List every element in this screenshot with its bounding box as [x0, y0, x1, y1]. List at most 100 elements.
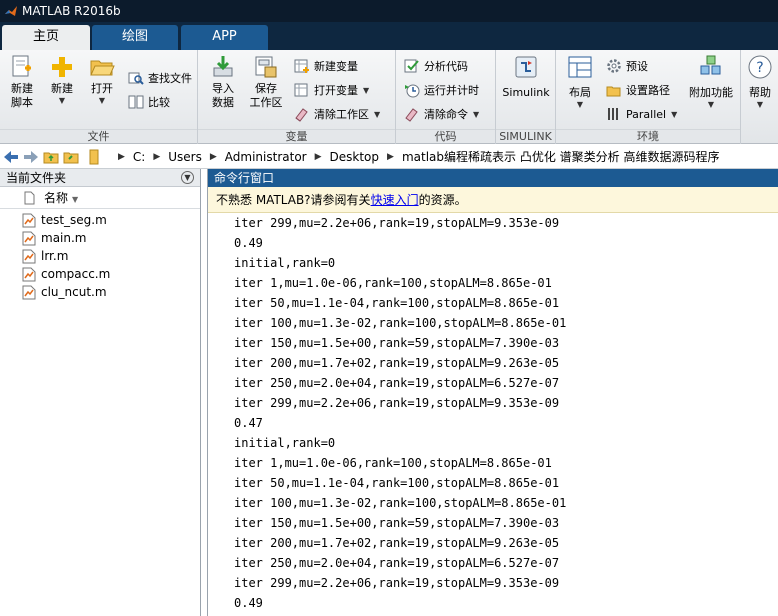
output-line: iter 299,mu=2.2e+06,rank=19,stopALM=9.35…: [234, 216, 560, 230]
new-variable-label: 新建变量: [314, 60, 358, 73]
analyze-code-label: 分析代码: [424, 60, 468, 73]
import-data-icon: [213, 56, 233, 77]
clear-commands-label: 清除命令: [424, 108, 468, 121]
list-item[interactable]: clu_ncut.m: [0, 283, 200, 301]
folder-open-icon: [90, 60, 115, 76]
breadcrumb-separator-icon: ▶: [153, 151, 161, 162]
output-line: iter 100,mu=1.3e-02,rank=100,stopALM=8.8…: [234, 316, 567, 330]
file-name: test_seg.m: [41, 213, 107, 227]
parallel-icon: [608, 108, 618, 120]
file-type-icon: [24, 191, 35, 205]
tab-plots[interactable]: 绘图: [92, 25, 178, 50]
file-list: test_seg.m main.m lrr.m compacc.m clu_nc…: [0, 209, 200, 301]
import-data-button[interactable]: 导入 数据: [204, 54, 242, 110]
group-environment-label: 环境: [556, 129, 740, 143]
m-file-icon: [22, 231, 36, 245]
group-variable-label: 变量: [198, 129, 395, 143]
open-variable-button[interactable]: 打开变量 ▼: [294, 80, 369, 100]
open-button[interactable]: 打开 ▼: [84, 54, 120, 106]
compare-icon: [128, 95, 144, 109]
new-button[interactable]: 新建 ▼: [44, 54, 80, 106]
file-name: compacc.m: [41, 267, 111, 281]
column-name-label: 名称: [44, 191, 69, 205]
m-file-icon: [22, 267, 36, 281]
output-line: iter 250,mu=2.0e+04,rank=19,stopALM=6.52…: [234, 556, 560, 570]
analyze-code-button[interactable]: 分析代码: [404, 56, 468, 76]
add-ons-label: 附加功能: [689, 86, 733, 99]
list-item[interactable]: lrr.m: [0, 247, 200, 265]
breadcrumb-separator-icon: ▶: [387, 151, 394, 162]
window-title: MATLAB R2016b: [22, 4, 121, 18]
find-files-button[interactable]: 查找文件: [128, 68, 192, 88]
import-label-2: 数据: [212, 96, 234, 109]
compare-button[interactable]: 比较: [128, 92, 170, 112]
tab-apps[interactable]: APP: [181, 25, 268, 50]
output-line: 0.47: [234, 416, 263, 430]
open-variable-icon: [294, 83, 308, 97]
clear-commands-icon: [405, 108, 418, 122]
preferences-button[interactable]: 预设: [606, 56, 648, 76]
breadcrumb-item[interactable]: Administrator: [225, 150, 307, 164]
help-icon: ?: [748, 55, 772, 79]
simulink-icon: [515, 56, 537, 78]
new-variable-button[interactable]: 新建变量: [294, 56, 358, 76]
group-code: 分析代码 运行并计时 清除命令 ▼ 代码: [396, 50, 496, 144]
parallel-label: Parallel: [626, 107, 667, 121]
back-arrow-icon[interactable]: [2, 148, 20, 166]
clear-commands-dropdown-icon: ▼: [473, 109, 480, 119]
current-folder-title: 当前文件夹 ▼: [0, 169, 200, 187]
clear-commands-button[interactable]: 清除命令 ▼: [404, 104, 479, 124]
open-variable-label: 打开变量: [314, 84, 358, 97]
m-file-icon: [22, 213, 36, 227]
layout-button[interactable]: 布局 ▼: [562, 54, 598, 110]
up-folder-icon[interactable]: [42, 148, 60, 166]
import-label-1: 导入: [212, 82, 234, 95]
simulink-button[interactable]: Simulink: [500, 54, 552, 100]
tab-home[interactable]: 主页: [2, 25, 90, 50]
add-ons-button[interactable]: 附加功能 ▼: [686, 54, 736, 110]
breadcrumb-separator-icon: ▶: [314, 151, 322, 162]
root-folder-icon: [86, 148, 104, 166]
new-variable-icon: [294, 59, 309, 73]
group-resources: ? 帮助 ▼: [741, 50, 778, 144]
list-item[interactable]: compacc.m: [0, 265, 200, 283]
browse-folder-icon[interactable]: [62, 148, 80, 166]
column-header-name[interactable]: 名称 ▼: [0, 187, 200, 209]
group-environment: 布局 ▼ 预设 设置路径 Parallel ▼ 附加功能 ▼ 环境: [556, 50, 741, 144]
command-window-title: 命令行窗口: [208, 169, 778, 187]
help-button[interactable]: ? 帮助 ▼: [745, 54, 775, 110]
clear-workspace-button[interactable]: 清除工作区 ▼: [294, 104, 380, 124]
new-script-label-2: 脚本: [11, 96, 33, 109]
find-files-label: 查找文件: [148, 72, 192, 85]
breadcrumb-item[interactable]: Users: [168, 150, 202, 164]
breadcrumb-separator-icon: ▶: [118, 151, 125, 162]
parallel-button[interactable]: Parallel ▼: [606, 104, 677, 124]
notice-suffix: 的资源。: [418, 193, 467, 207]
save-workspace-button[interactable]: 保存 工作区: [246, 54, 286, 110]
output-line: iter 1,mu=1.0e-06,rank=100,stopALM=8.865…: [234, 456, 552, 470]
getting-started-link[interactable]: 快速入门: [371, 193, 419, 207]
command-output[interactable]: iter 299,mu=2.2e+06,rank=19,stopALM=9.35…: [208, 213, 778, 616]
forward-arrow-icon[interactable]: [22, 148, 40, 166]
breadcrumb-item[interactable]: matlab编程稀疏表示 凸优化 谱聚类分析 高维数据源码程序: [402, 148, 720, 165]
set-path-icon: [606, 86, 621, 97]
group-code-label: 代码: [396, 129, 495, 143]
list-item[interactable]: test_seg.m: [0, 211, 200, 229]
command-window[interactable]: 命令行窗口 不熟悉 MATLAB?请参阅有关快速入门的资源。 iter 299,…: [207, 169, 778, 616]
find-files-icon: [128, 72, 144, 85]
ribbon-tabs: 主页 绘图 APP: [0, 22, 778, 50]
new-script-button[interactable]: 新建 脚本: [4, 54, 40, 110]
list-item[interactable]: main.m: [0, 229, 200, 247]
breadcrumb-item[interactable]: Desktop: [330, 150, 380, 164]
output-line: iter 50,mu=1.1e-04,rank=100,stopALM=8.86…: [234, 296, 560, 310]
breadcrumb-item[interactable]: C:: [133, 150, 145, 164]
run-and-time-button[interactable]: 运行并计时: [404, 80, 479, 100]
svg-text:?: ?: [756, 60, 763, 76]
group-simulink-label: SIMULINK: [496, 129, 555, 143]
set-path-button[interactable]: 设置路径: [606, 80, 670, 100]
output-line: 0.49: [234, 236, 263, 250]
pane-menu-icon[interactable]: ▼: [181, 171, 194, 184]
output-line: 0.49: [234, 596, 263, 610]
notice-prefix: 不熟悉 MATLAB?请参阅有关: [216, 193, 371, 207]
new-plus-icon: [52, 57, 72, 77]
